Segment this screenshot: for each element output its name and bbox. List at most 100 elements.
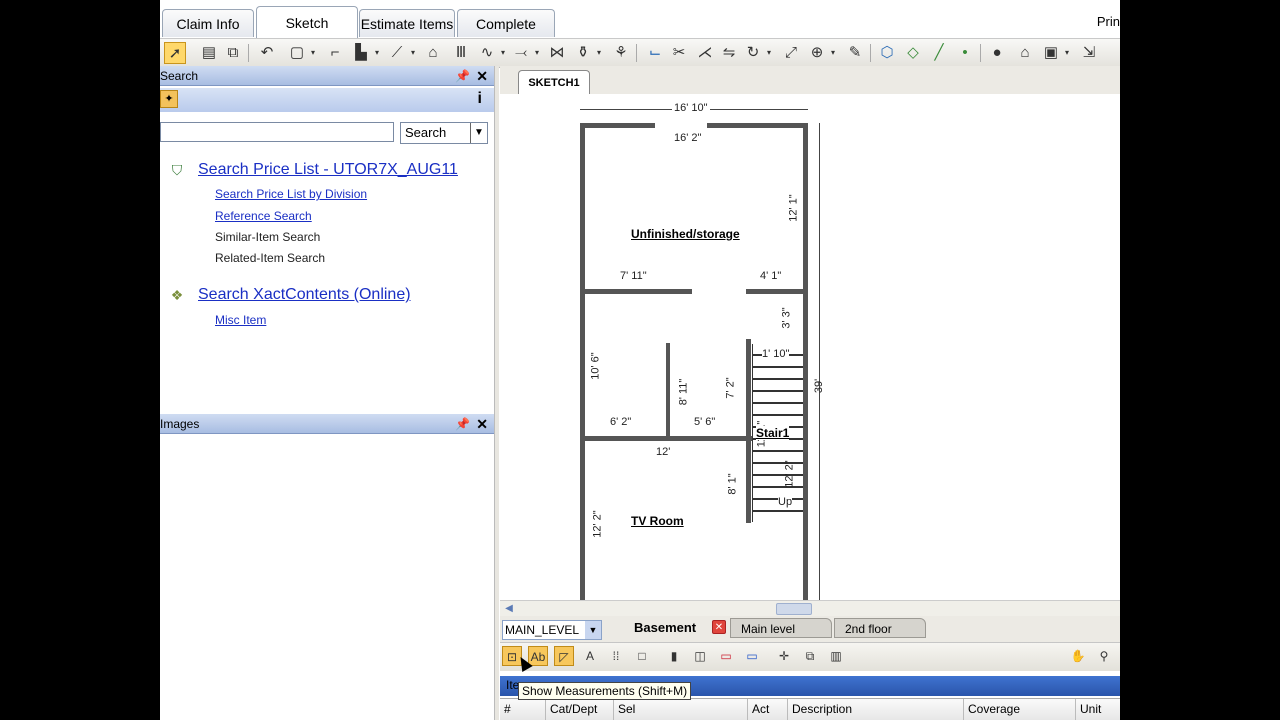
roof-icon[interactable]: ⌂	[422, 42, 444, 64]
resize-icon[interactable]: ⤢	[780, 42, 802, 64]
reference-search-link[interactable]: Reference Search	[215, 209, 312, 223]
level-tab-2nd-floor[interactable]: 2nd floor	[834, 618, 926, 638]
dim-label: 16' 10"	[672, 102, 710, 114]
photo-icon[interactable]: ▣	[1040, 42, 1069, 64]
wall[interactable]	[666, 343, 670, 438]
tab-sketch[interactable]: Sketch	[256, 6, 358, 38]
line-icon[interactable]: ╱	[928, 42, 950, 64]
text-icon[interactable]: A	[580, 646, 600, 666]
stairs-icon[interactable]: ⟋	[386, 42, 415, 64]
curve-icon[interactable]: ∿	[476, 42, 505, 64]
panel-icon[interactable]: ◫	[690, 646, 710, 666]
wall[interactable]	[746, 289, 806, 294]
panel-splitter[interactable]	[494, 66, 499, 720]
room-icon[interactable]: ▢	[286, 42, 315, 64]
snap-icon[interactable]: ⌙	[644, 42, 666, 64]
palette-icon[interactable]: ✦	[160, 90, 178, 108]
search-input[interactable]	[160, 122, 394, 142]
scroll-thumb[interactable]	[776, 603, 812, 615]
related-item-search-text: Related-Item Search	[215, 251, 326, 265]
wall-icon[interactable]: ⌐	[324, 42, 346, 64]
zoom-icon[interactable]: ⚲	[1094, 646, 1114, 666]
level-tab-basement[interactable]: Basement	[624, 618, 714, 638]
flag-icon[interactable]: ▭	[716, 646, 736, 666]
square-icon[interactable]: □	[632, 646, 652, 666]
wall[interactable]	[803, 123, 808, 600]
search-xactcontents-link[interactable]: Search XactContents (Online)	[198, 286, 411, 304]
rotate-icon[interactable]: ↻	[742, 42, 771, 64]
column-header-number[interactable]: #	[500, 699, 546, 720]
stair-up-label: Up	[778, 496, 793, 508]
column-header-unit[interactable]: Unit	[1076, 699, 1120, 720]
misc-item-link[interactable]: Misc Item	[215, 313, 266, 327]
undo-icon[interactable]: ↶	[256, 42, 278, 64]
tab-sketch1[interactable]: SKETCH1	[518, 70, 590, 94]
column-header-act[interactable]: Act	[748, 699, 788, 720]
join-icon[interactable]: ⋌	[694, 42, 716, 64]
close-icon[interactable]: ✕	[476, 414, 488, 434]
up-circle-icon[interactable]: ⊕	[806, 42, 835, 64]
select-arrow-icon[interactable]: ➚	[164, 42, 186, 64]
search-price-list-by-division-link[interactable]: Search Price List by Division	[215, 187, 367, 201]
crosshair-icon[interactable]: ✛	[774, 646, 794, 666]
chevron-down-icon[interactable]: ▼	[470, 123, 487, 143]
search-combo[interactable]: Search ▼	[400, 122, 488, 144]
dim-label: 5' 6"	[694, 416, 716, 428]
copy-icon[interactable]: ⧉	[222, 42, 244, 64]
column-header-description[interactable]: Description	[788, 699, 964, 720]
main-tabbar: Claim Info Sketch Estimate Items Complet…	[160, 0, 1120, 38]
horizontal-scrollbar[interactable]: ◀	[500, 600, 1120, 617]
floor-plane-icon[interactable]: ◇	[902, 42, 924, 64]
stamp-icon[interactable]: ⚱	[572, 42, 601, 64]
column-header-cat-dept[interactable]: Cat/Dept	[546, 699, 614, 720]
flip-icon[interactable]: ⇋	[718, 42, 740, 64]
tab-estimate-items[interactable]: Estimate Items	[359, 9, 455, 37]
dimension-icon[interactable]: ⋈	[546, 42, 568, 64]
close-icon[interactable]: ✕	[712, 620, 726, 634]
column-view-icon[interactable]: ▮	[664, 646, 684, 666]
pin-icon[interactable]: 📌	[455, 414, 470, 434]
print-icon[interactable]: ▤	[198, 42, 220, 64]
toolbar-divider	[636, 44, 637, 62]
wall[interactable]	[580, 123, 585, 600]
point-icon[interactable]: •	[954, 42, 976, 64]
search-panel-header: Search 📌 ✕	[160, 66, 494, 86]
chevron-left-icon[interactable]: ◀	[502, 602, 516, 616]
tab-claim-info[interactable]: Claim Info	[162, 9, 254, 37]
grid-icon[interactable]: ⁞⁞	[606, 646, 626, 666]
pin-icon[interactable]: 📌	[455, 66, 470, 86]
room-label-unfinished-storage[interactable]: Unfinished/storage	[631, 227, 740, 241]
tree-icon[interactable]: ⚘	[610, 42, 632, 64]
price-list-icon: ⛉	[171, 162, 183, 178]
layers-icon[interactable]: ⧉	[800, 646, 820, 666]
export-icon[interactable]: ⇲	[1078, 42, 1100, 64]
break-icon[interactable]: ⤙	[510, 42, 539, 64]
print-label[interactable]: Prin	[1097, 14, 1120, 29]
column-icon[interactable]: Ⅲ	[450, 42, 472, 64]
wall[interactable]	[580, 289, 692, 294]
cube-icon[interactable]: ⬡	[876, 42, 898, 64]
close-icon[interactable]: ✕	[476, 66, 488, 86]
building-icon[interactable]: ▥	[826, 646, 846, 666]
wall[interactable]	[746, 339, 751, 523]
tab-complete[interactable]: Complete	[457, 9, 555, 37]
hand-pan-icon[interactable]: ✋	[1068, 646, 1088, 666]
search-price-list-link[interactable]: Search Price List - UTOR7X_AUG11	[198, 161, 458, 179]
scissors-icon[interactable]: ✂	[668, 42, 690, 64]
paint-icon[interactable]: ✎	[844, 42, 866, 64]
monitor-icon[interactable]: ▭	[742, 646, 762, 666]
house-icon[interactable]: ⌂	[1014, 42, 1036, 64]
sketch-canvas[interactable]: 16' 10" 16' 2" 12' 1" 7' 11" 4' 1" 3' 3"…	[500, 94, 1120, 600]
level-select[interactable]: MAIN_LEVEL ▼	[502, 620, 602, 640]
level-tab-main-level[interactable]: Main level	[730, 618, 832, 638]
column-header-sel[interactable]: Sel	[614, 699, 748, 720]
column-header-coverage[interactable]: Coverage	[964, 699, 1076, 720]
door-icon[interactable]: ▙	[350, 42, 379, 64]
room-label-tv-room[interactable]: TV Room	[631, 514, 684, 528]
on-toggle-icon[interactable]: ●	[986, 42, 1008, 64]
info-icon[interactable]: i	[478, 90, 482, 108]
chevron-down-icon[interactable]: ▼	[585, 621, 601, 639]
show-ruler-icon[interactable]: ◸	[554, 646, 574, 666]
dim-label: 4' 1"	[760, 270, 782, 282]
room-label-stair1[interactable]: Stair1	[756, 426, 790, 440]
